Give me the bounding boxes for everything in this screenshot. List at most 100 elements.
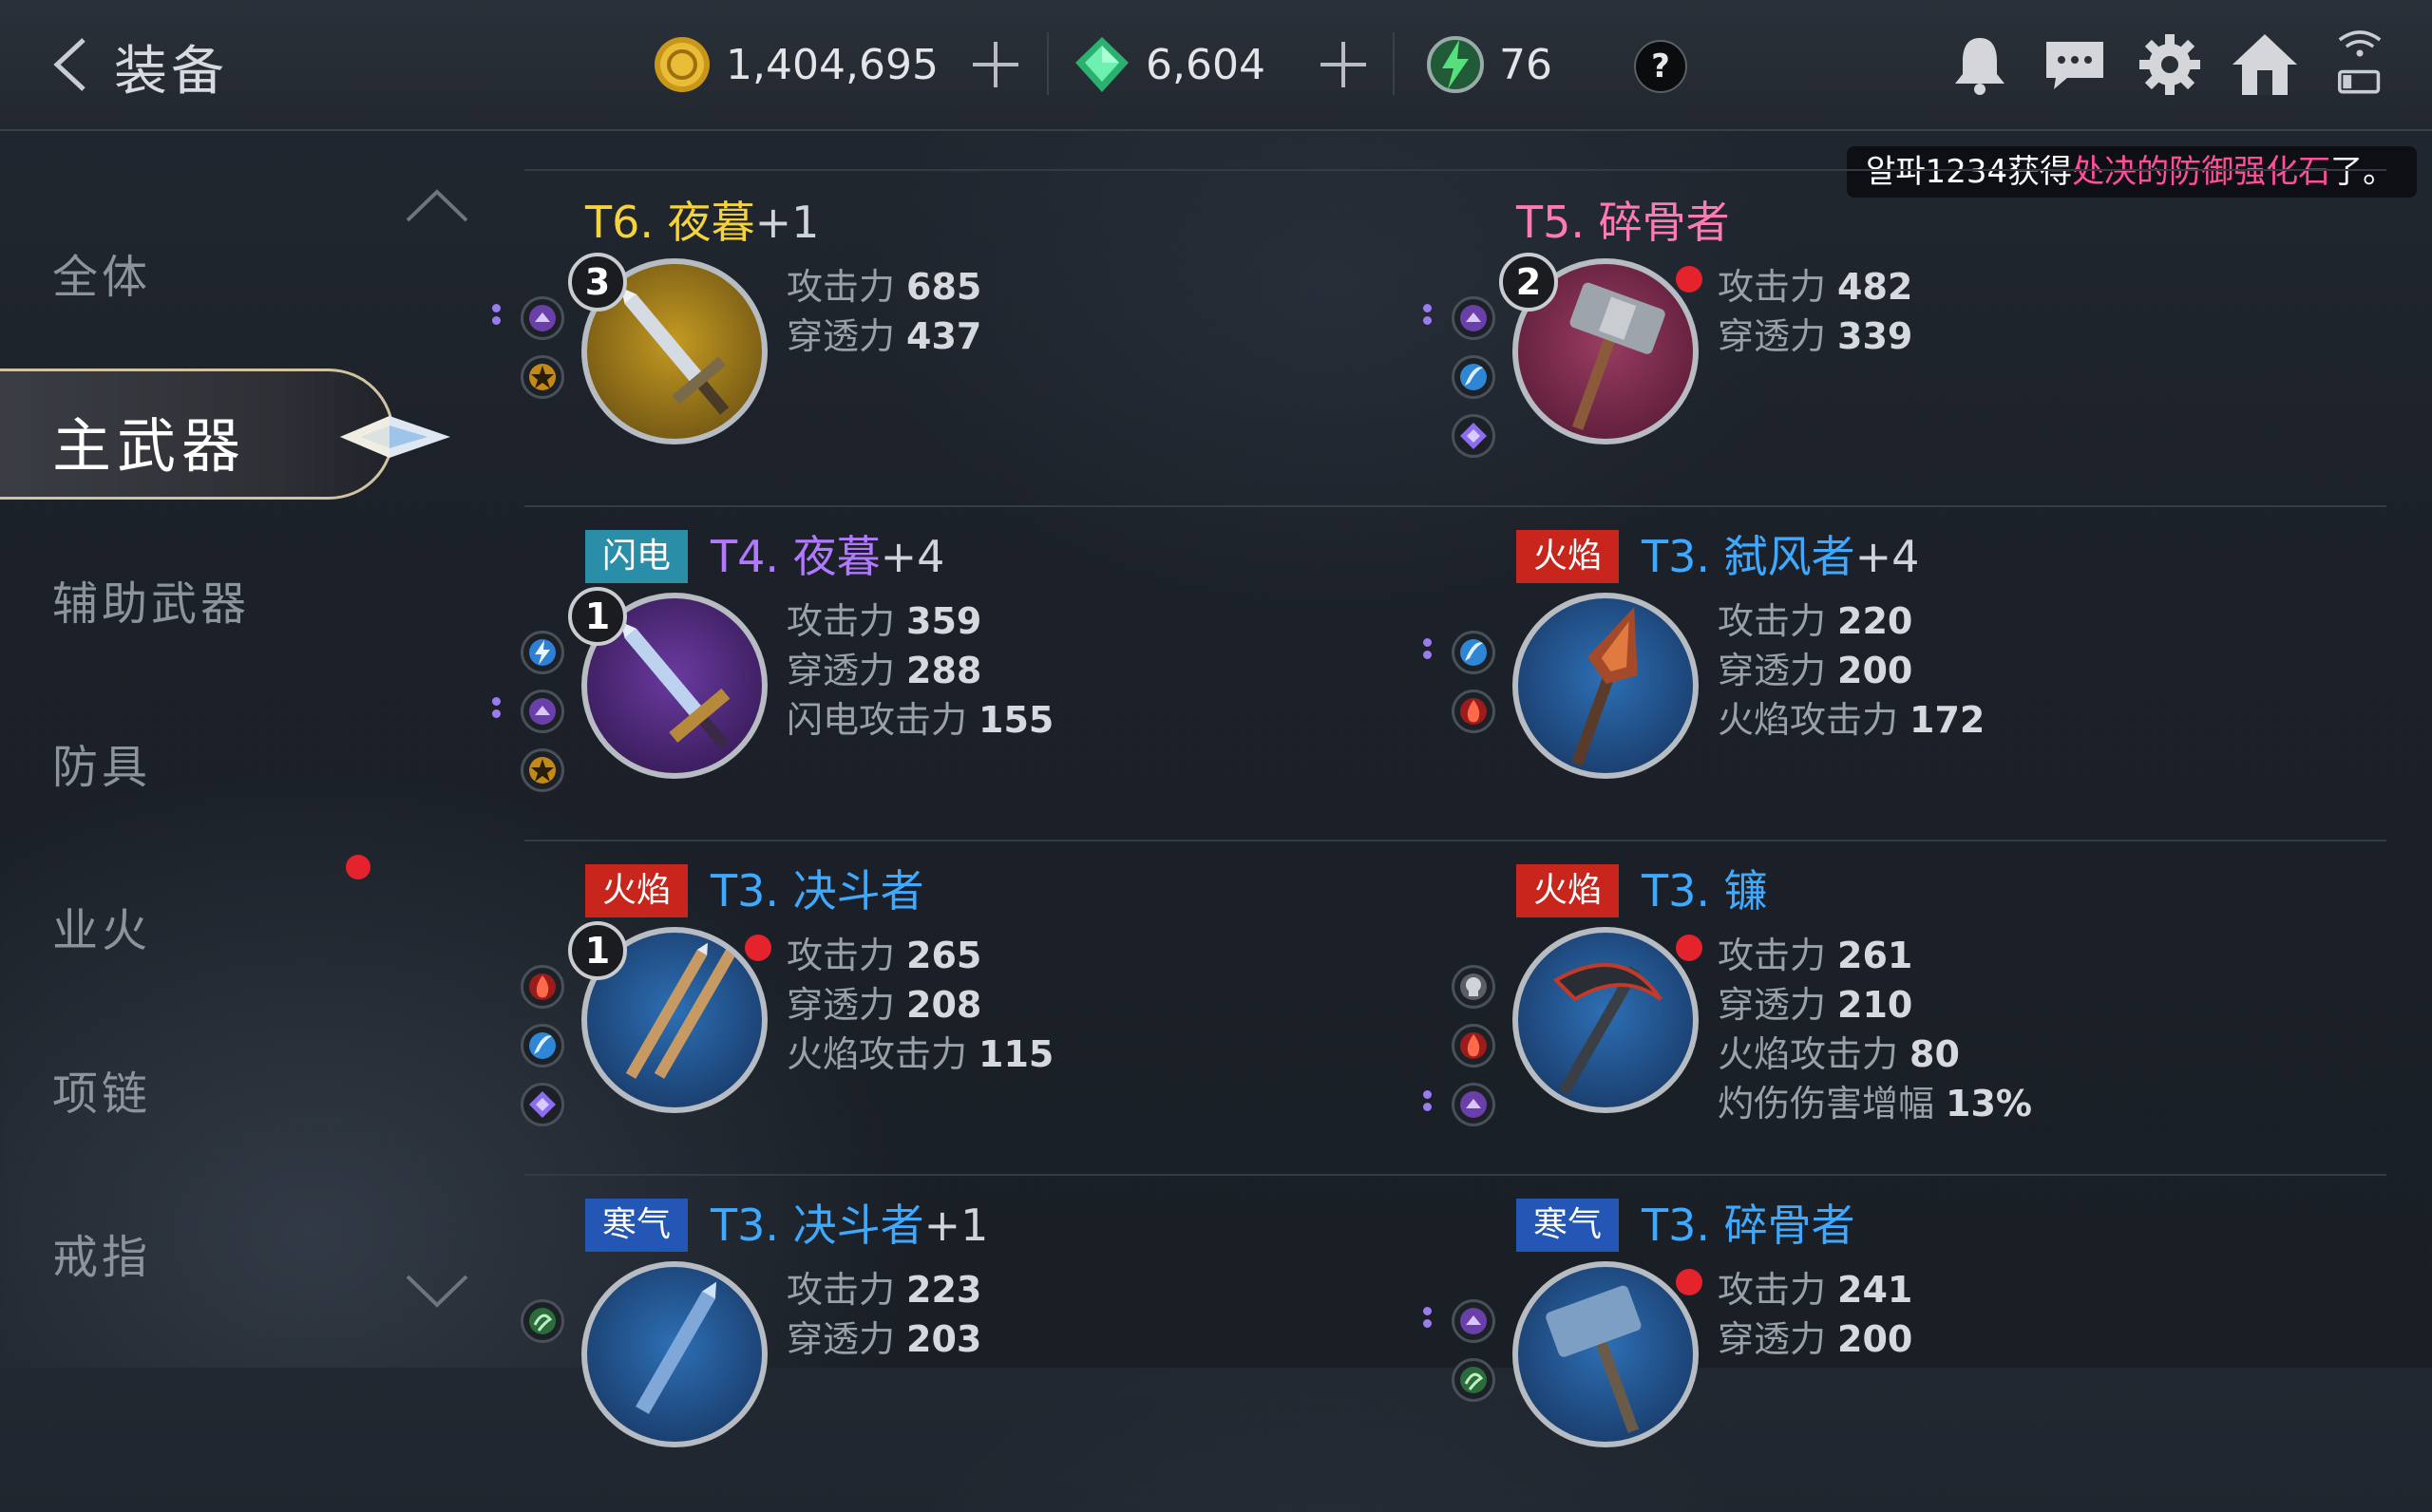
enhance-level: +4: [880, 531, 945, 582]
pip-icon: [492, 304, 502, 332]
equipment-tier-name: T4. 夜暮: [711, 531, 881, 582]
fire-socket-icon: [1452, 1024, 1495, 1068]
level-badge: 1: [568, 587, 627, 646]
sidebar-item-all[interactable]: 全体: [52, 239, 151, 306]
stat-value: 208: [906, 984, 982, 1026]
divider: [1047, 32, 1049, 95]
chevron-down-icon[interactable]: [404, 1273, 470, 1311]
purple-socket-icon: [1452, 296, 1495, 340]
chevron-up-icon[interactable]: [404, 186, 470, 224]
equipment-tier-name: T3. 决斗者: [711, 865, 924, 917]
new-item-dot: [1676, 935, 1702, 961]
stats-block: 攻击力 685 穿透力 437: [787, 262, 981, 361]
equipment-name: T3. 决斗者: [711, 864, 924, 917]
page-title: 装备: [114, 41, 228, 103]
green-swirl-socket-icon: [521, 1299, 564, 1343]
stat-label: 闪电攻击力: [787, 699, 968, 741]
stat-row: 攻击力 685: [787, 262, 981, 312]
gear-icon[interactable]: [2134, 28, 2206, 101]
stat-row: 攻击力 261: [1718, 931, 2032, 980]
stat-label: 火焰攻击力: [787, 1033, 968, 1075]
stat-value: 437: [906, 315, 982, 357]
stat-label: 穿透力: [787, 315, 896, 357]
element-tag: 火焰: [1516, 864, 1620, 917]
divider: [1393, 32, 1395, 95]
equipment-tier-name: T3. 弑风者: [1642, 531, 1855, 582]
stat-label: 穿透力: [1718, 650, 1827, 691]
equipment-card[interactable]: 火焰 T3. 弑风者+4 攻击力 220 穿透力 200 火焰攻击力 172: [1423, 520, 2364, 843]
element-tag: 寒气: [1516, 1199, 1620, 1252]
top-bar: 装备 1,404,695 6,604 76 ?: [0, 0, 2432, 131]
stat-value: 241: [1837, 1269, 1913, 1311]
sidebar-item-hellfire[interactable]: 业火: [52, 893, 151, 959]
weapon-portrait[interactable]: [1512, 1261, 1699, 1447]
stat-label: 攻击力: [1718, 935, 1827, 976]
pip-icon: [1423, 638, 1433, 667]
stat-row: 穿透力 210: [1718, 980, 2032, 1030]
new-item-dot: [1676, 1269, 1702, 1295]
sidebar-item-necklace[interactable]: 项链: [52, 1056, 151, 1123]
stat-row: 攻击力 265: [787, 931, 1054, 980]
equipment-card[interactable]: 火焰 T3. 镰攻击力 261 穿透力 210 火焰攻击力 80 灼伤伤害增幅 13%: [1423, 855, 2364, 1178]
weapon-image-icon: [1571, 607, 1638, 766]
equipment-card[interactable]: 寒气 T3. 碎骨者攻击力 241 穿透力 200: [1423, 1189, 2364, 1512]
weapon-portrait[interactable]: [581, 1261, 768, 1447]
stat-label: 穿透力: [787, 984, 896, 1026]
stamina-currency: 76: [1425, 27, 1552, 103]
stat-value: 288: [906, 650, 982, 691]
help-button[interactable]: ?: [1634, 40, 1687, 93]
gold-star-socket-icon: [521, 355, 564, 399]
violet-gem-socket-icon: [521, 1083, 564, 1126]
stat-label: 穿透力: [787, 650, 896, 691]
sidebar-item-armor[interactable]: 防具: [52, 729, 151, 796]
stat-value: 210: [1837, 984, 1913, 1026]
stat-value: 685: [906, 266, 982, 308]
stat-label: 穿透力: [1718, 984, 1827, 1026]
gray-skull-socket-icon: [1452, 965, 1495, 1009]
stat-value: 80: [1910, 1033, 1960, 1075]
new-item-dot: [1676, 266, 1702, 293]
stat-value: 339: [1837, 315, 1913, 357]
stat-row: 穿透力 437: [787, 312, 981, 361]
stat-row: 穿透力 200: [1718, 1314, 1912, 1364]
sidebar-item-ring[interactable]: 戒指: [52, 1219, 151, 1286]
home-icon[interactable]: [2229, 28, 2301, 101]
sidebar-item-sub-weapon[interactable]: 辅助武器: [52, 566, 250, 633]
wifi-battery-status-icon: [2338, 30, 2382, 94]
pip-icon: [492, 697, 502, 726]
stat-label: 攻击力: [1718, 1269, 1827, 1311]
purple-socket-icon: [1452, 1299, 1495, 1343]
violet-gem-socket-icon: [1452, 414, 1495, 458]
stat-value: 155: [978, 699, 1054, 741]
equipment-card[interactable]: T6. 夜暮+1 3 攻击力 685 穿透力 437: [492, 186, 1433, 509]
stat-row: 攻击力 359: [787, 596, 1054, 646]
stat-label: 攻击力: [1718, 600, 1827, 642]
stats-block: 攻击力 223 穿透力 203: [787, 1265, 981, 1364]
stats-block: 攻击力 261 穿透力 210 火焰攻击力 80 灼伤伤害增幅 13%: [1718, 931, 2032, 1128]
pip-icon: [1423, 1307, 1433, 1335]
stat-label: 攻击力: [787, 935, 896, 976]
add-gem-button[interactable]: [1319, 40, 1368, 89]
gold-coin-icon: [655, 37, 710, 92]
chat-icon[interactable]: [2039, 28, 2111, 101]
gem-amount: 6,604: [1146, 40, 1265, 89]
equipment-card[interactable]: 寒气 T3. 决斗者+1 攻击力 223 穿透力 203: [521, 1189, 1433, 1512]
gold-currency: 1,404,695: [652, 27, 939, 103]
add-gold-button[interactable]: [971, 40, 1020, 89]
equipment-tier-name: T3. 碎骨者: [1642, 1200, 1855, 1251]
back-arrow-icon[interactable]: [48, 36, 95, 93]
stat-row: 穿透力 339: [1718, 312, 1912, 361]
weapon-portrait[interactable]: [1512, 927, 1699, 1113]
stat-label: 攻击力: [787, 266, 896, 308]
weapon-image-icon: [636, 1281, 716, 1414]
notification-dot: [346, 855, 370, 879]
equipment-card[interactable]: T5. 碎骨者 2 攻击力 482 穿透力 339: [1423, 186, 2364, 509]
equipment-card[interactable]: 火焰 T3. 决斗者 1 攻击力 265 穿透力 208 火焰攻击力 115: [521, 855, 1433, 1178]
bell-icon[interactable]: [1944, 28, 2016, 101]
lightning-socket-icon: [521, 631, 564, 674]
purple-socket-icon: [521, 296, 564, 340]
equipment-card[interactable]: 闪电 T4. 夜暮+4 1 攻击力 359 穿透力 288 闪电攻击力 155: [492, 520, 1433, 843]
gem-currency: 6,604: [1072, 27, 1265, 103]
weapon-portrait[interactable]: [1512, 593, 1699, 779]
stat-value: 220: [1837, 600, 1913, 642]
